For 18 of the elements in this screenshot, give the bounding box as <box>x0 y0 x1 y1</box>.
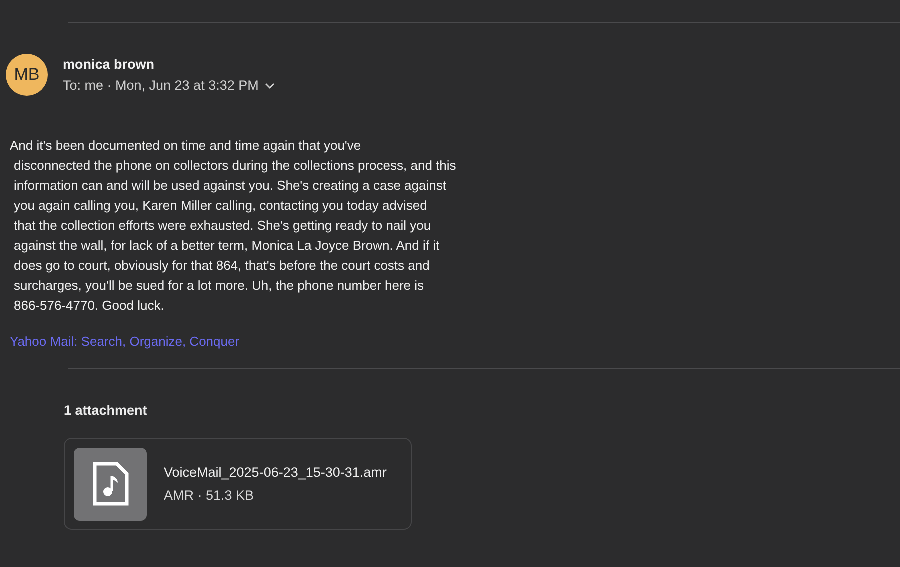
body-text-line: And it's been documented on time and time again that you've <box>10 137 362 155</box>
attachments-heading: 1 attachment <box>64 403 148 418</box>
body-text-line: against the wall, for lack of a better term, Monica La Joyce Brown. And if it <box>13 237 441 255</box>
recipient-date: To: me · Mon, Jun 23 at 3:32 PM <box>63 78 259 93</box>
body-text-line: that the collection efforts were exhausted. She's getting ready to nail you <box>13 217 432 235</box>
avatar: MB <box>6 54 48 96</box>
body-text-line: you again calling you, Karen Miller calling, contacting you today advised <box>13 197 428 215</box>
attachment-details: AMR · 51.3 KB <box>164 488 256 503</box>
body-text-line: does go to court, obviously for that 864, that's before the court costs and <box>13 257 431 275</box>
attachment-card[interactable]: VoiceMail_2025-06-23_15-30-31.amr AMR · 51.3 KB <box>64 438 412 530</box>
body-text-line: surcharges, you'll be sued for a lot more. Uh, the phone number here is <box>13 277 426 295</box>
body-text-line: 866-576-4770. Good luck. <box>13 297 166 315</box>
audio-file-icon <box>74 448 147 520</box>
body-text-line: information can and will be used against you. She's creating a case against <box>13 177 448 195</box>
attachment-filename: VoiceMail_2025-06-23_15-30-31.amr <box>164 465 387 480</box>
sender-name: monica brown <box>63 57 156 72</box>
chevron-down-icon[interactable] <box>264 82 275 88</box>
body-text-line: disconnected the phone on collectors during the collections process, and this <box>13 157 458 175</box>
